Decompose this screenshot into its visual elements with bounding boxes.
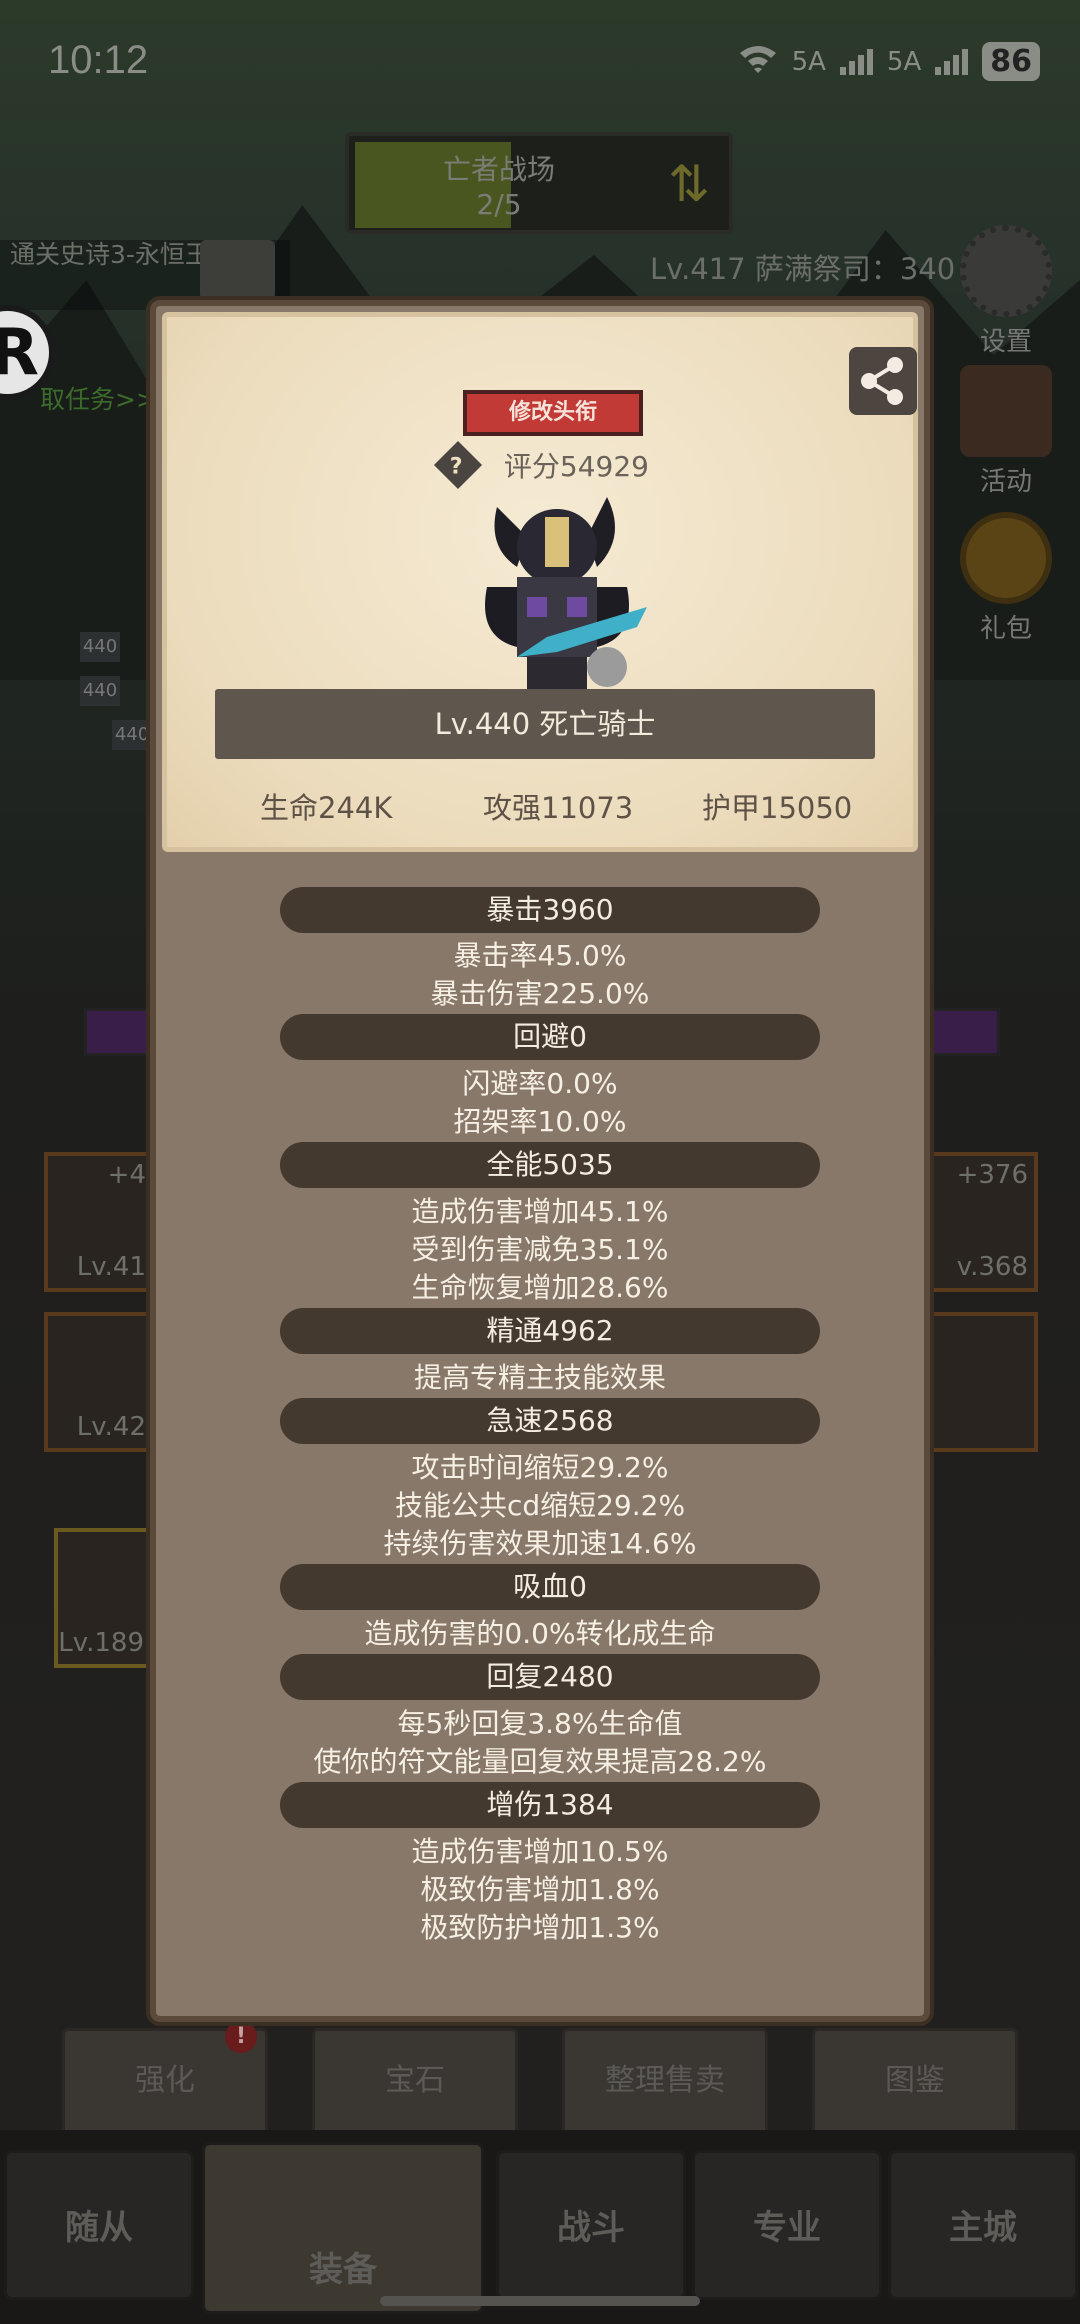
quest-icon[interactable] [200, 240, 275, 300]
stat-line: 技能公共cd缩短29.2% [394, 1489, 686, 1522]
gem-button[interactable]: 宝石 [312, 2028, 518, 2136]
stat-line: 极致伤害增加1.8% [420, 1873, 660, 1906]
equipment-slot[interactable]: Lv.189 [54, 1528, 154, 1668]
equipment-slot[interactable]: +4 Lv.41 [44, 1152, 156, 1292]
quest-link[interactable]: 取任务>> [40, 380, 157, 416]
stat-header-haste: 急速2568 [280, 1398, 820, 1444]
wave-count: 2/5 [476, 188, 522, 221]
stat-header-mastery: 精通4962 [280, 1308, 820, 1354]
enhance-level: +376 [956, 1160, 1028, 1190]
nav-profession[interactable]: 专业 [692, 2150, 882, 2300]
hero-name: Lv.440 死亡骑士 [215, 689, 875, 759]
stat-line: 提高专精主技能效果 [413, 1361, 666, 1394]
stat-line: 造成伤害的0.0%转化成生命 [364, 1617, 716, 1650]
item-level: Lv.41 [76, 1252, 146, 1282]
settings-label: 设置 [979, 327, 1032, 357]
stat-line: 暴击率45.0% [453, 939, 627, 972]
attack-stat: 攻强11073 [483, 791, 634, 825]
stat-header-avoid: 回避0 [280, 1014, 820, 1060]
stat-line: 极致防护增加1.3% [420, 1911, 660, 1944]
activity-label: 活动 [979, 467, 1032, 497]
scroll-icon [960, 365, 1052, 457]
wave-progress[interactable]: 亡者战场 2/5 ⇅ [345, 132, 733, 234]
stat-line: 暴击伤害225.0% [430, 977, 650, 1010]
ally-level: 440 [80, 676, 120, 706]
home-indicator[interactable] [380, 2296, 700, 2306]
status-bar: 10:12 5A 5A 86 [0, 0, 1080, 120]
sort-sell-button[interactable]: 整理售卖 [562, 2028, 768, 2136]
gift-bag-icon [960, 512, 1052, 604]
edit-title-button[interactable]: 修改头衔 [463, 390, 643, 436]
swap-arrows-icon[interactable]: ⇅ [659, 154, 719, 214]
armor-stat: 护甲15050 [702, 791, 853, 825]
stat-line: 攻击时间缩短29.2% [411, 1451, 669, 1484]
stat-line: 受到伤害减免35.1% [411, 1233, 669, 1266]
stat-header-versatility: 全能5035 [280, 1142, 820, 1188]
stat-line: 造成伤害增加10.5% [411, 1835, 669, 1868]
stat-line: 使你的符文能量回复效果提高28.2% [313, 1745, 767, 1778]
stat-header-regen: 回复2480 [280, 1654, 820, 1700]
character-stats-panel: 修改头衔 ? 评分54929 Lv.440 死亡骑士 生命244K 攻强1107… [150, 300, 930, 2022]
collection-button[interactable]: 图鉴 [812, 2028, 1018, 2136]
sort-sell-label: 整理售卖 [605, 2063, 725, 2098]
stat-header-damage-boost: 增伤1384 [280, 1782, 820, 1828]
share-icon[interactable] [849, 347, 917, 415]
nav-city[interactable]: 主城 [888, 2150, 1078, 2300]
equipment-slot[interactable]: +376 v.368 [920, 1152, 1038, 1292]
stat-line: 招架率10.0% [453, 1105, 627, 1138]
alert-badge: ! [225, 2021, 257, 2053]
nav-battle[interactable]: 战斗 [496, 2150, 686, 2300]
character-card: 修改头衔 ? 评分54929 Lv.440 死亡骑士 生命244K 攻强1107… [162, 312, 918, 852]
signal-icon [839, 48, 873, 75]
collection-label: 图鉴 [885, 2063, 945, 2098]
clock: 10:12 [48, 38, 149, 82]
activity-button[interactable]: 活动 [956, 365, 1056, 498]
signal-label-1: 5A [791, 46, 826, 77]
enhance-level: +4 [107, 1160, 146, 1190]
gift-label: 礼包 [979, 614, 1032, 644]
equipment-slot[interactable]: Lv.42 [44, 1312, 156, 1452]
ally-level: 440 [80, 632, 120, 662]
settings-button[interactable]: 设置 [956, 225, 1056, 358]
equipment-slot[interactable] [920, 1312, 1038, 1452]
nav-equipment[interactable]: 装备 [202, 2142, 484, 2314]
ally-level: 440 [112, 720, 152, 750]
wifi-icon [738, 43, 778, 80]
stat-line: 闪避率0.0% [462, 1067, 618, 1100]
signal-label-2: 5A [886, 46, 922, 77]
signal-icon-2 [935, 48, 969, 75]
battery-indicator: 86 [982, 42, 1040, 81]
nav-followers[interactable]: 随从 [4, 2150, 194, 2300]
stat-line: 造成伤害增加45.1% [411, 1195, 669, 1228]
stat-line: 持续伤害效果加速14.6% [383, 1527, 697, 1560]
hp-stat: 生命244K [260, 791, 393, 825]
stat-header-lifesteal: 吸血0 [280, 1564, 820, 1610]
xp-bar-right [920, 1008, 1000, 1056]
gift-button[interactable]: 礼包 [956, 512, 1056, 645]
item-level: Lv.42 [76, 1412, 146, 1442]
enhance-button[interactable]: 强化 ! [62, 2021, 268, 2136]
item-level: v.368 [956, 1252, 1028, 1282]
stat-line: 生命恢复增加28.6% [411, 1271, 669, 1304]
item-level: Lv.189 [58, 1628, 144, 1658]
stat-line: 每5秒回复3.8%生命值 [397, 1707, 683, 1740]
gear-icon [960, 225, 1052, 317]
stat-header-crit: 暴击3960 [280, 887, 820, 933]
wave-title: 亡者战场 [442, 153, 555, 186]
hero-avatar [485, 497, 647, 692]
enhance-label: 强化 [135, 2063, 195, 2098]
gem-label: 宝石 [385, 2063, 445, 2098]
